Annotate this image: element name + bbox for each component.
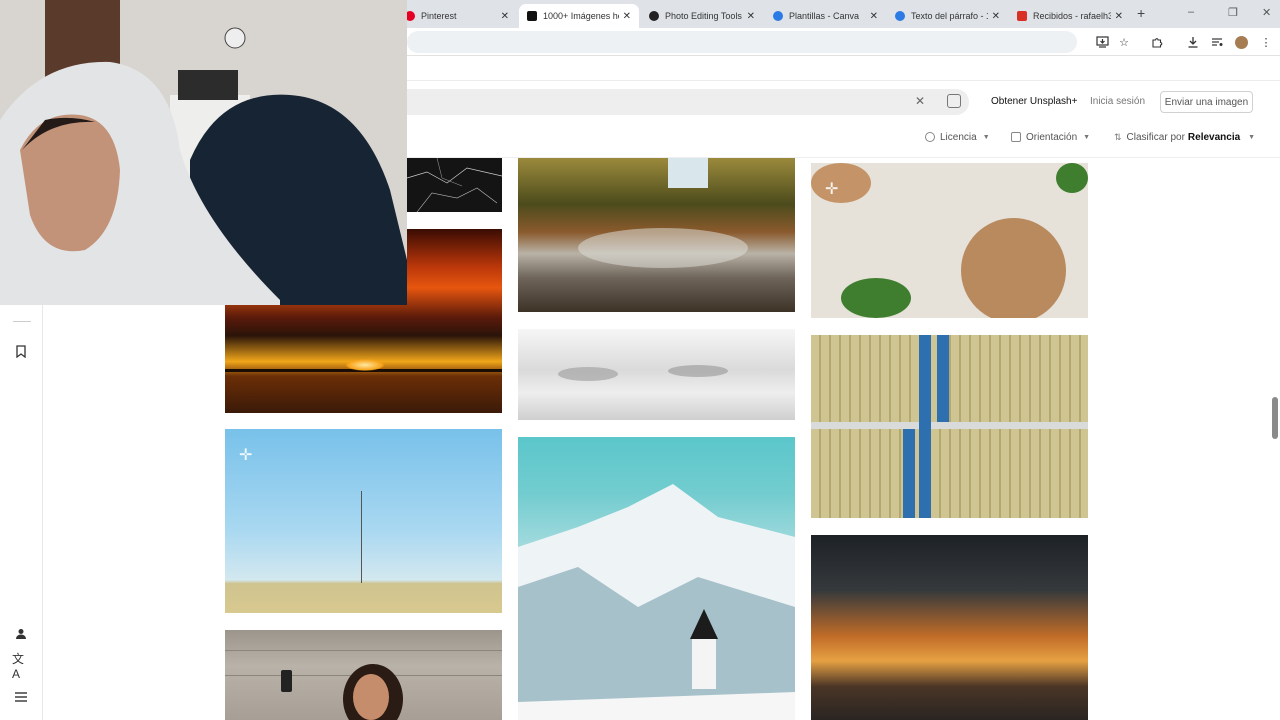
sort-filter[interactable]: ⇅ Clasificar por Relevancia ▼ [1114, 127, 1255, 147]
new-tab-button[interactable]: + [1137, 5, 1145, 21]
gmail-favicon-icon [1017, 11, 1027, 21]
tab-title: Recibidos - rafaelh3 [1033, 11, 1111, 21]
restore-window-icon[interactable]: ❐ [1228, 6, 1238, 19]
orientation-filter[interactable]: Orientación ▼ [1011, 127, 1090, 147]
sidebar-divider [42, 305, 43, 720]
wooden-utensils-photo[interactable]: ✛ [811, 163, 1088, 318]
profile-avatar-icon[interactable] [1233, 34, 1249, 50]
mountain-church-photo[interactable] [518, 437, 795, 720]
river-forest-photo[interactable] [518, 158, 795, 312]
orientation-icon [1011, 132, 1021, 142]
stormy-sky-photo[interactable] [811, 535, 1088, 720]
close-tab-icon[interactable]: ✕ [870, 11, 878, 22]
clear-search-icon[interactable]: ✕ [915, 94, 925, 108]
webcam-overlay [0, 0, 407, 305]
tab-pinterest[interactable]: Pinterest ✕ [397, 4, 517, 28]
downloads-icon[interactable] [1185, 34, 1201, 50]
close-tab-icon[interactable]: ✕ [501, 11, 509, 22]
marble-photo[interactable] [407, 158, 502, 212]
close-tab-icon[interactable]: ✕ [992, 11, 1000, 22]
sidebar-separator [13, 321, 31, 322]
install-app-icon[interactable] [1094, 34, 1110, 50]
foggy-landscape-photo[interactable] [518, 329, 795, 420]
tab-title: Pinterest [421, 11, 457, 21]
minimize-window-icon[interactable]: – [1188, 6, 1194, 18]
license-label: Licencia [940, 131, 977, 143]
canva-favicon-icon [895, 11, 905, 21]
tab-photo-editing[interactable]: Photo Editing Tools F ✕ [641, 4, 763, 28]
unsplash-favicon-icon [527, 11, 537, 21]
search-input[interactable]: ✕ [407, 89, 969, 115]
field-tower-photo[interactable]: ✛ [225, 429, 502, 613]
address-bar[interactable] [407, 31, 1077, 53]
close-window-icon[interactable]: ✕ [1262, 6, 1271, 19]
tab-canva-text[interactable]: Texto del párrafo - 12 ✕ [887, 4, 1008, 28]
sort-value: Relevancia [1187, 131, 1241, 143]
menu-icon[interactable] [12, 688, 30, 706]
tab-title: 1000+ Imágenes hor [543, 11, 619, 21]
bookmark-star-icon[interactable]: ☆ [1116, 34, 1132, 50]
translate-icon[interactable]: 文A [12, 652, 30, 681]
close-tab-icon[interactable]: ✕ [1115, 11, 1123, 22]
login-link[interactable]: Inicia sesión [1090, 96, 1145, 107]
chevron-down-icon: ▼ [1248, 133, 1256, 141]
unsplash-plus-badge-icon: ✛ [825, 181, 839, 198]
tab-title: Texto del párrafo - 12 [911, 11, 988, 21]
sort-label: Clasificar por [1126, 131, 1185, 143]
bookmark-icon[interactable] [12, 342, 30, 360]
photo-editing-favicon-icon [649, 11, 659, 21]
canva-favicon-icon [773, 11, 783, 21]
tab-gmail[interactable]: Recibidos - rafaelh3 ✕ [1009, 4, 1131, 28]
tab-unsplash[interactable]: 1000+ Imágenes hor ✕ [519, 4, 639, 28]
tab-title: Plantillas - Canva [789, 11, 860, 21]
visual-search-icon[interactable] [947, 94, 961, 108]
media-controls-icon[interactable] [1209, 34, 1225, 50]
license-filter[interactable]: Licencia ▼ [925, 127, 990, 147]
browser-menu-icon[interactable]: ⋮ [1258, 34, 1274, 50]
chevron-down-icon: ▼ [1083, 133, 1091, 141]
close-tab-icon[interactable]: ✕ [747, 11, 755, 22]
building-facade-photo[interactable] [811, 335, 1088, 518]
get-unsplash-plus-link[interactable]: Obtener Unsplash+ [991, 96, 1077, 107]
close-tab-icon[interactable]: ✕ [623, 11, 631, 22]
orientation-label: Orientación [1026, 131, 1078, 143]
submit-image-button[interactable]: Enviar una imagen [1160, 91, 1253, 113]
chevron-down-icon: ▼ [982, 133, 990, 141]
scrollbar-thumb[interactable] [1272, 397, 1278, 439]
user-icon[interactable] [12, 625, 30, 643]
unsplash-plus-badge-icon: ✛ [239, 447, 253, 464]
extensions-icon[interactable] [1149, 34, 1165, 50]
tab-canva-templates[interactable]: Plantillas - Canva ✕ [765, 4, 886, 28]
selfie-woman-photo[interactable] [225, 630, 502, 720]
license-icon [925, 132, 935, 142]
tab-title: Photo Editing Tools F [665, 11, 743, 21]
sort-icon: ⇅ [1114, 131, 1122, 142]
